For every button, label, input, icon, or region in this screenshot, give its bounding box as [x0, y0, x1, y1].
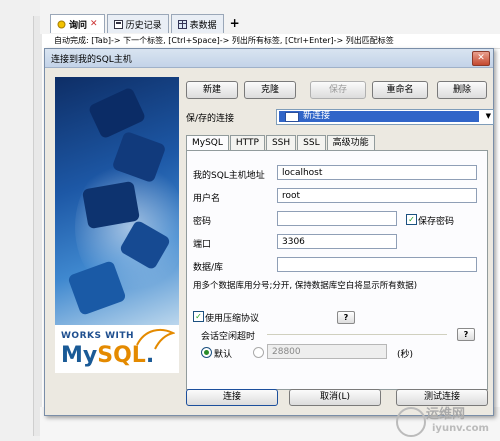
host-label: 我的SQL主机地址 — [193, 171, 265, 181]
close-icon[interactable]: ✕ — [90, 19, 98, 29]
table-icon — [177, 19, 187, 29]
saved-connection-label: 保/存的连接 — [186, 114, 235, 124]
watermark-line1: 运维网 — [426, 407, 466, 422]
user-input[interactable]: root — [277, 188, 477, 203]
saved-connection-value: 新连接 — [303, 111, 331, 121]
tab-table-data[interactable]: 表数据 — [170, 14, 224, 33]
add-tab-button[interactable]: + — [226, 14, 244, 32]
clone-button[interactable]: 克隆 — [244, 81, 296, 99]
host-input[interactable]: localhost — [277, 165, 477, 180]
user-label: 用户名 — [193, 194, 221, 204]
timeout-label: 会话空闲超时 — [201, 332, 256, 342]
compression-checkbox[interactable]: ✓ — [193, 311, 204, 322]
timeout-help-button[interactable]: ? — [457, 328, 475, 341]
save-button[interactable]: 保存 — [310, 81, 366, 99]
tab-query-label: 询问 — [69, 20, 88, 31]
timeout-custom-radio[interactable] — [253, 347, 264, 358]
timeout-default-label: 默认 — [214, 350, 233, 360]
dialog-titlebar[interactable]: 连接到我的SQL主机 ✕ — [45, 49, 493, 68]
compression-help-button[interactable]: ? — [337, 311, 355, 324]
cancel-button[interactable]: 取消(L) — [289, 389, 381, 406]
mysql-settings-panel: 我的SQL主机地址 localhost 用户名 root 密码 ✓ 保存密码 端… — [186, 150, 488, 390]
database-input[interactable] — [277, 257, 477, 272]
tab-mysql[interactable]: MySQL — [186, 135, 229, 151]
rename-button[interactable]: 重命名 — [372, 81, 428, 99]
watermark-logo: 运维网 iyunv.com — [396, 403, 489, 437]
query-tabbar: 询问 ✕ 历史记录 表数据 + — [40, 0, 500, 34]
seconds-label: (秒) — [397, 350, 414, 360]
port-label: 端口 — [193, 240, 212, 250]
chevron-down-icon[interactable]: ▼ — [486, 112, 491, 120]
tab-history[interactable]: 历史记录 — [106, 14, 169, 33]
watermark-line2: iyunv.com — [432, 423, 489, 434]
mysql-banner-image: WORKS WITH MySQL. — [55, 77, 179, 373]
password-label: 密码 — [193, 217, 212, 227]
database-hint: 用多个数据库用分号;分开, 保持数据库空白将显示所有数据) — [193, 281, 418, 291]
dolphin-icon — [136, 328, 175, 350]
connect-dialog: 连接到我的SQL主机 ✕ WORKS WITH MySQL. 新建 克隆 保存 … — [44, 48, 494, 416]
delete-button[interactable]: 删除 — [437, 81, 487, 99]
connect-button[interactable]: 连接 — [186, 389, 278, 406]
tab-advanced[interactable]: 高级功能 — [326, 135, 375, 150]
history-icon — [113, 19, 123, 29]
query-icon — [57, 20, 66, 29]
timeout-default-radio[interactable] — [201, 347, 212, 358]
port-input[interactable]: 3306 — [277, 234, 397, 249]
save-password-checkbox[interactable]: ✓ — [406, 214, 417, 225]
left-scrollbar[interactable] — [33, 16, 42, 436]
timeout-input[interactable]: 28800 — [267, 344, 387, 359]
dialog-close-button[interactable]: ✕ — [472, 51, 490, 66]
connection-tabs: MySQL HTTP SSH SSL 高级功能 — [186, 135, 376, 151]
timeout-group-divider — [267, 334, 447, 335]
password-input[interactable] — [277, 211, 397, 226]
autocomplete-hint: 自动完成: [Tab]-> 下一个标签, [Ctrl+Space]-> 列出所有… — [54, 34, 500, 49]
database-label: 数据/库 — [193, 263, 224, 273]
save-password-label: 保存密码 — [418, 217, 455, 227]
left-panel — [0, 0, 42, 441]
tab-table-data-label: 表数据 — [189, 20, 217, 31]
dialog-title: 连接到我的SQL主机 — [51, 55, 132, 65]
works-with-label: WORKS WITH — [61, 331, 135, 341]
new-button[interactable]: 新建 — [186, 81, 238, 99]
compression-label: 使用压缩协议 — [205, 314, 260, 324]
connection-icon — [285, 111, 299, 122]
tab-history-label: 历史记录 — [125, 20, 162, 31]
mysql-logo: WORKS WITH MySQL. — [55, 325, 179, 373]
saved-connection-select[interactable]: 新连接 ▼ — [276, 109, 494, 125]
tab-query[interactable]: 询问 ✕ — [50, 14, 105, 33]
tab-ssh[interactable]: SSH — [265, 135, 297, 150]
tab-http[interactable]: HTTP — [229, 135, 265, 150]
tab-ssl[interactable]: SSL — [297, 135, 326, 150]
